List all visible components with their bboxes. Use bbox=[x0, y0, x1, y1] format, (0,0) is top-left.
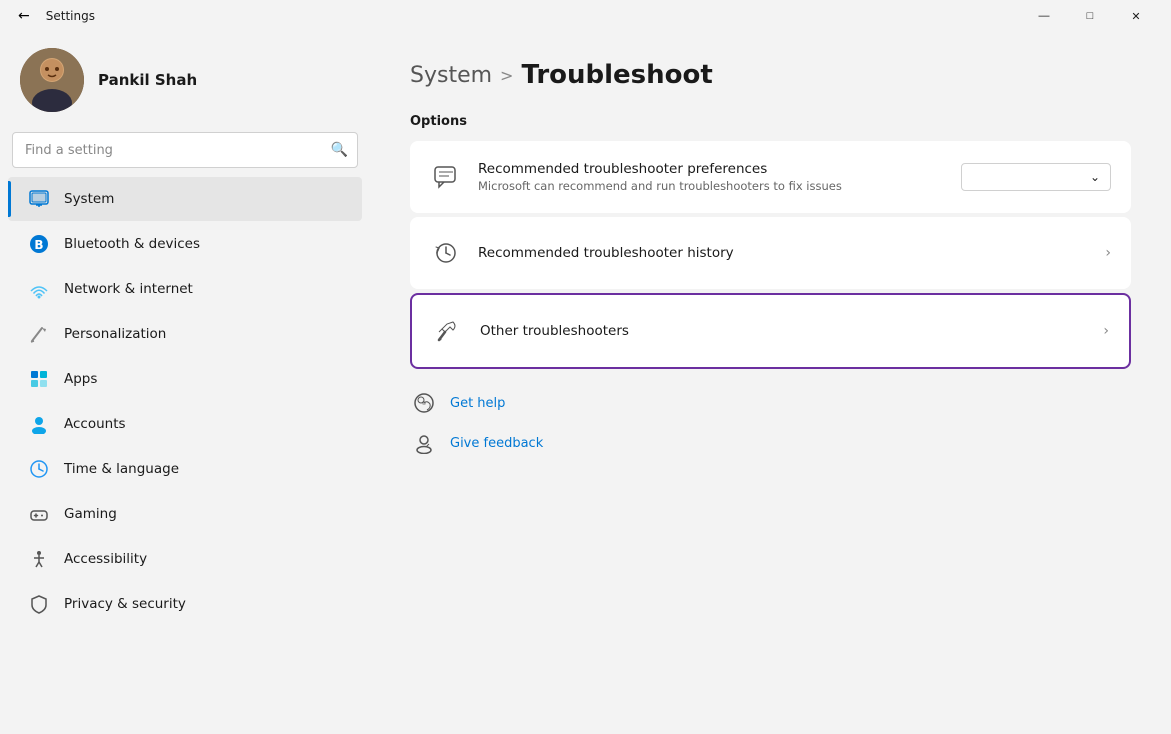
get-help-link[interactable]: Get help bbox=[450, 396, 505, 411]
dropdown-value bbox=[972, 170, 975, 184]
options-heading: Options bbox=[410, 114, 1131, 129]
wrench-icon bbox=[432, 315, 464, 347]
app-body: Pankil Shah 🔍 System bbox=[0, 32, 1171, 734]
network-icon bbox=[28, 278, 50, 300]
get-help-row[interactable]: Get help bbox=[410, 389, 1131, 417]
sidebar-item-accounts[interactable]: Accounts bbox=[8, 402, 362, 446]
back-icon[interactable]: ← bbox=[12, 4, 36, 28]
card-recommended-history: Recommended troubleshooter history › bbox=[410, 217, 1131, 289]
titlebar-left: ← Settings bbox=[12, 4, 95, 28]
close-button[interactable]: ✕ bbox=[1113, 0, 1159, 32]
personalization-icon bbox=[28, 323, 50, 345]
sidebar-item-accessibility[interactable]: Accessibility bbox=[8, 537, 362, 581]
titlebar-title: Settings bbox=[46, 9, 95, 23]
user-name: Pankil Shah bbox=[98, 71, 197, 89]
minimize-button[interactable]: — bbox=[1021, 0, 1067, 32]
card-subtitle-recommended-prefs: Microsoft can recommend and run troubles… bbox=[478, 179, 945, 193]
search-icon: 🔍 bbox=[331, 142, 348, 158]
card-other-troubleshooters: Other troubleshooters › bbox=[410, 293, 1131, 369]
search-input[interactable] bbox=[12, 132, 358, 168]
chevron-down-icon: ⌄ bbox=[1090, 170, 1100, 184]
bluetooth-icon: B bbox=[28, 233, 50, 255]
recommended-prefs-dropdown[interactable]: ⌄ bbox=[961, 163, 1111, 191]
sidebar-item-time[interactable]: Time & language bbox=[8, 447, 362, 491]
give-feedback-row[interactable]: Give feedback bbox=[410, 429, 1131, 457]
sidebar-item-label-bluetooth: Bluetooth & devices bbox=[64, 236, 200, 252]
sidebar-nav: System B Bluetooth & devices bbox=[0, 176, 370, 627]
titlebar: ← Settings — □ ✕ bbox=[0, 0, 1171, 32]
card-title-recommended-prefs: Recommended troubleshooter preferences bbox=[478, 161, 945, 177]
svg-text:B: B bbox=[34, 238, 43, 252]
card-text-other-troubleshooters: Other troubleshooters bbox=[480, 323, 1087, 339]
sidebar-item-label-system: System bbox=[64, 191, 114, 207]
sidebar-item-label-network: Network & internet bbox=[64, 281, 193, 297]
accounts-icon bbox=[28, 413, 50, 435]
sidebar-item-label-accessibility: Accessibility bbox=[64, 551, 147, 567]
chevron-right-icon-history: › bbox=[1105, 245, 1111, 261]
history-icon bbox=[430, 237, 462, 269]
apps-icon bbox=[28, 368, 50, 390]
titlebar-controls: — □ ✕ bbox=[1021, 0, 1159, 32]
sidebar-item-personalization[interactable]: Personalization bbox=[8, 312, 362, 356]
search-container: 🔍 bbox=[12, 132, 358, 168]
card-text-recommended-history: Recommended troubleshooter history bbox=[478, 245, 1089, 261]
sidebar-item-label-time: Time & language bbox=[64, 461, 179, 477]
breadcrumb-parent[interactable]: System bbox=[410, 63, 492, 88]
chat-icon bbox=[430, 161, 462, 193]
sidebar-item-bluetooth[interactable]: B Bluetooth & devices bbox=[8, 222, 362, 266]
sidebar-item-label-personalization: Personalization bbox=[64, 326, 166, 342]
card-title-recommended-history: Recommended troubleshooter history bbox=[478, 245, 1089, 261]
avatar bbox=[20, 48, 84, 112]
breadcrumb-current: Troubleshoot bbox=[521, 60, 712, 90]
sidebar-item-apps[interactable]: Apps bbox=[8, 357, 362, 401]
card-action-dropdown: ⌄ bbox=[961, 163, 1111, 191]
give-feedback-icon bbox=[410, 429, 438, 457]
card-row-recommended-history[interactable]: Recommended troubleshooter history › bbox=[410, 217, 1131, 289]
sidebar-item-network[interactable]: Network & internet bbox=[8, 267, 362, 311]
sidebar-item-privacy[interactable]: Privacy & security bbox=[8, 582, 362, 626]
breadcrumb: System > Troubleshoot bbox=[410, 60, 1131, 90]
breadcrumb-separator: > bbox=[500, 66, 513, 85]
accessibility-icon bbox=[28, 548, 50, 570]
system-icon bbox=[28, 188, 50, 210]
gaming-icon bbox=[28, 503, 50, 525]
sidebar-item-label-accounts: Accounts bbox=[64, 416, 126, 432]
get-help-icon bbox=[410, 389, 438, 417]
privacy-icon bbox=[28, 593, 50, 615]
card-recommended-prefs: Recommended troubleshooter preferences M… bbox=[410, 141, 1131, 213]
sidebar-item-label-privacy: Privacy & security bbox=[64, 596, 186, 612]
give-feedback-link[interactable]: Give feedback bbox=[450, 436, 543, 451]
card-text-recommended-prefs: Recommended troubleshooter preferences M… bbox=[478, 161, 945, 193]
card-row-recommended-prefs[interactable]: Recommended troubleshooter preferences M… bbox=[410, 141, 1131, 213]
sidebar-item-label-gaming: Gaming bbox=[64, 506, 117, 522]
help-links: Get help Give feedback bbox=[410, 389, 1131, 457]
sidebar: Pankil Shah 🔍 System bbox=[0, 32, 370, 734]
sidebar-item-gaming[interactable]: Gaming bbox=[8, 492, 362, 536]
card-title-other-troubleshooters: Other troubleshooters bbox=[480, 323, 1087, 339]
user-profile[interactable]: Pankil Shah bbox=[0, 32, 370, 132]
card-row-other-troubleshooters[interactable]: Other troubleshooters › bbox=[412, 295, 1129, 367]
chevron-right-icon-other: › bbox=[1103, 323, 1109, 339]
sidebar-item-label-apps: Apps bbox=[64, 371, 97, 387]
time-icon bbox=[28, 458, 50, 480]
sidebar-item-system[interactable]: System bbox=[8, 177, 362, 221]
maximize-button[interactable]: □ bbox=[1067, 0, 1113, 32]
content-area: System > Troubleshoot Options Recommende… bbox=[370, 32, 1171, 734]
